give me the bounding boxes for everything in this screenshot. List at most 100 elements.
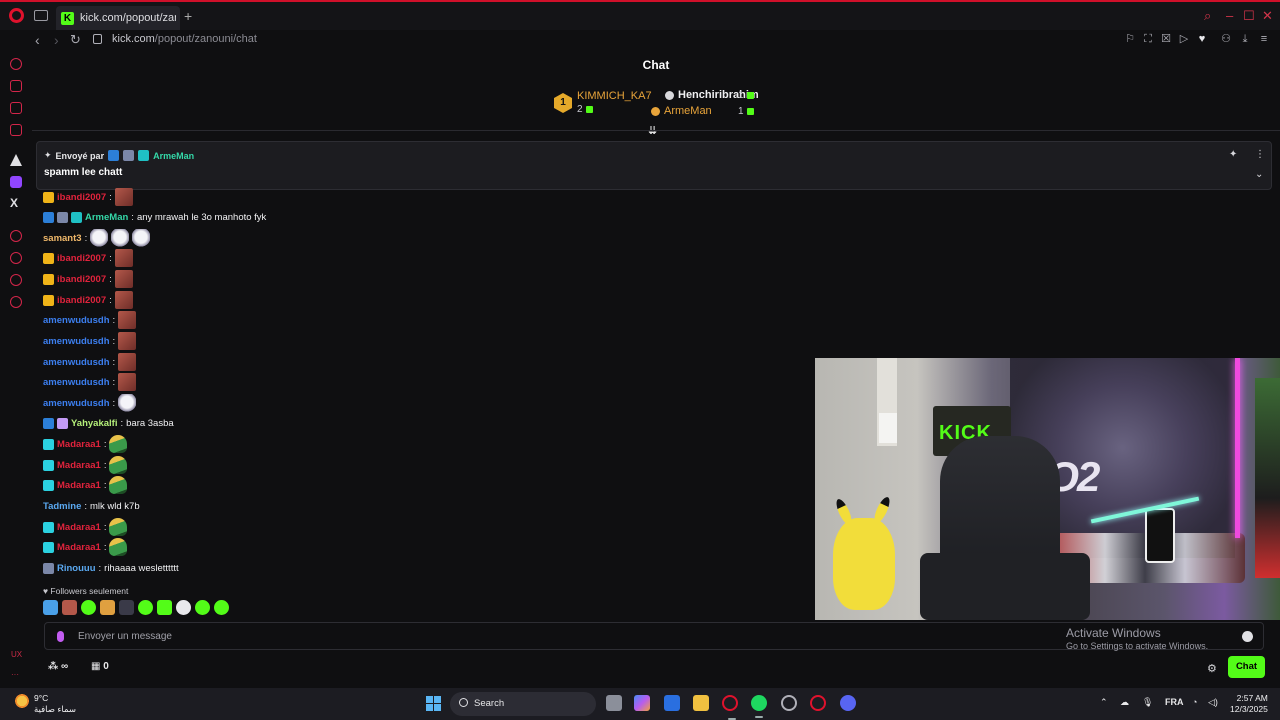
chat-username[interactable]: Madaraa1 <box>57 480 101 491</box>
emote-icon[interactable] <box>214 600 229 615</box>
chevron-down-icon[interactable]: ⌄ <box>1255 169 1263 180</box>
chat-username[interactable]: Madaraa1 <box>57 522 101 533</box>
gx-icon[interactable]: UX <box>11 650 22 659</box>
browser-tab[interactable]: K kick.com/popout/zanouni <box>56 6 180 30</box>
snapshot-icon[interactable]: ⛶ <box>1142 33 1154 45</box>
weather-icon[interactable] <box>14 693 30 709</box>
aria-icon[interactable] <box>10 58 22 70</box>
chat-username[interactable]: Yahyakalfi <box>71 418 117 429</box>
emote-icon[interactable] <box>100 600 115 615</box>
stream-video-player[interactable]: 2O2 KICK <box>815 358 1280 620</box>
gift-leaderboard[interactable]: 1 KIMMICH_KA7 2 Henchiribrahim 1 ArmeMan… <box>554 88 764 122</box>
vpn-icon[interactable]: ☒ <box>1160 33 1172 45</box>
chat-username[interactable]: Tadmine <box>43 501 81 512</box>
chat-username[interactable]: Madaraa1 <box>57 439 101 450</box>
emote-icon[interactable] <box>62 600 77 615</box>
pinned-sender[interactable]: ArmeMan <box>153 151 194 161</box>
player-icon[interactable]: ▷ <box>1178 33 1190 45</box>
emote-icon <box>118 332 137 350</box>
chat-username[interactable]: Rinouuu <box>57 563 96 574</box>
reload-button[interactable]: ↻ <box>70 32 81 48</box>
menu-icon[interactable]: ≡ <box>1258 33 1270 45</box>
history-icon[interactable] <box>10 252 22 264</box>
chat-username[interactable]: ArmeMan <box>85 212 128 223</box>
emote-icon[interactable] <box>195 600 210 615</box>
minimize-button[interactable]: – <box>1226 8 1233 23</box>
x-icon[interactable]: X <box>10 196 18 210</box>
heart-icon[interactable]: ♥ <box>1196 33 1208 45</box>
more-options-icon[interactable]: ⋮ <box>1255 149 1265 160</box>
kick-sidebar-icon[interactable] <box>10 154 22 166</box>
news-icon[interactable] <box>10 124 22 136</box>
emote-icon[interactable] <box>43 600 58 615</box>
tray-overflow-icon[interactable]: ⌃ <box>1100 697 1108 708</box>
start-button[interactable] <box>426 696 441 711</box>
lock-icon[interactable] <box>93 34 102 44</box>
chat-username[interactable]: ibandi2007 <box>57 274 106 285</box>
send-chat-button[interactable]: Chat <box>1228 656 1265 678</box>
chat-username[interactable]: Madaraa1 <box>57 542 101 553</box>
microphone-icon[interactable] <box>57 631 64 642</box>
forward-button[interactable]: › <box>54 32 59 48</box>
gift-indicator[interactable]: ▦ 0 <box>91 661 109 672</box>
file-explorer-icon[interactable] <box>693 695 709 711</box>
microphone-tray-icon[interactable]: 🎙 <box>1142 697 1153 708</box>
url-field[interactable]: kick.com/popout/zanouni/chat <box>112 33 257 45</box>
emote-icon[interactable] <box>81 600 96 615</box>
chat-username[interactable]: samant3 <box>43 233 82 244</box>
copilot-icon[interactable] <box>634 695 650 711</box>
leaderboard-rank3-name[interactable]: ArmeMan <box>651 105 712 117</box>
twitch-icon[interactable] <box>10 176 22 188</box>
chat-username[interactable]: ibandi2007 <box>57 295 106 306</box>
emote-icon[interactable] <box>176 600 191 615</box>
emoji-picker-icon[interactable] <box>1242 631 1253 642</box>
settings-icon[interactable] <box>10 296 22 308</box>
opera-taskbar-icon[interactable] <box>722 695 738 720</box>
onedrive-icon[interactable]: ☁ <box>1120 697 1129 708</box>
chat-username[interactable]: amenwudusdh <box>43 398 110 409</box>
search-tabs-icon[interactable]: ⌕ <box>1204 8 1211 24</box>
emote-icon[interactable] <box>157 600 172 615</box>
steam-icon[interactable] <box>781 695 797 711</box>
chat-username[interactable]: amenwudusdh <box>43 336 110 347</box>
chat-username[interactable]: ibandi2007 <box>57 192 106 203</box>
weather-widget[interactable]: 9°C سماء صافية <box>34 693 76 715</box>
messenger-icon[interactable] <box>10 102 22 114</box>
chat-settings-gear-icon[interactable]: ⚙ <box>1207 662 1217 675</box>
taskbar-search[interactable]: Search <box>450 692 596 716</box>
player-sidebar-icon[interactable] <box>10 230 22 242</box>
volume-icon[interactable]: ◁) <box>1208 697 1218 708</box>
workspace-icon[interactable] <box>34 10 48 21</box>
chat-username[interactable]: amenwudusdh <box>43 315 110 326</box>
opera-logo-icon[interactable] <box>9 8 24 23</box>
pinboard-icon[interactable] <box>10 274 22 286</box>
opera-gx-icon[interactable] <box>810 695 826 711</box>
emote-icon[interactable] <box>119 600 134 615</box>
close-window-button[interactable]: ✕ <box>1262 8 1273 24</box>
taskbar-clock[interactable]: 2:57 AM 12/3/2025 <box>1230 693 1268 715</box>
video-plush-toy <box>833 518 895 610</box>
chat-username[interactable]: ibandi2007 <box>57 253 106 264</box>
language-indicator[interactable]: FRA <box>1165 697 1184 707</box>
back-button[interactable]: ‹ <box>35 32 40 48</box>
download-icon[interactable]: ⤓ <box>1239 33 1251 45</box>
bookmark-icon[interactable]: ⚐ <box>1124 33 1136 45</box>
chat-username[interactable]: amenwudusdh <box>43 377 110 388</box>
store-icon[interactable] <box>664 695 680 711</box>
wifi-icon[interactable]: ◔ <box>1192 697 1197 707</box>
account-icon[interactable]: ⚇ <box>1220 33 1232 45</box>
points-indicator[interactable]: ⁂ ∞ <box>48 661 68 672</box>
leaderboard-rank1-name[interactable]: KIMMICH_KA7 <box>577 90 652 102</box>
extensions-icon[interactable] <box>10 80 22 92</box>
discord-icon[interactable] <box>840 695 856 711</box>
maximize-button[interactable]: ☐ <box>1243 8 1255 24</box>
new-tab-button[interactable]: + <box>184 8 192 24</box>
emote-icon[interactable] <box>138 600 153 615</box>
spotify-icon[interactable] <box>751 695 767 718</box>
chat-username[interactable]: amenwudusdh <box>43 357 110 368</box>
chat-message: Yahyakalfi: bara 3asba <box>43 415 174 431</box>
unpin-icon[interactable]: ✦ <box>1229 149 1237 160</box>
more-icon[interactable]: ··· <box>11 670 19 679</box>
task-view-icon[interactable] <box>606 695 622 711</box>
chat-username[interactable]: Madaraa1 <box>57 460 101 471</box>
